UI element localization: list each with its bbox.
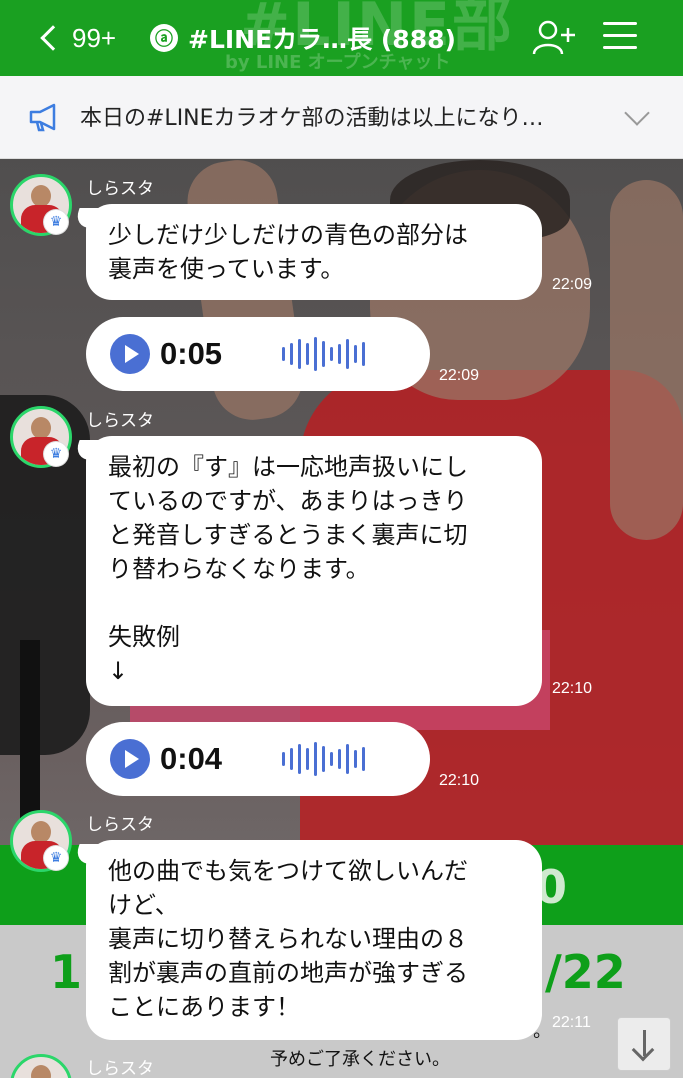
chat-header: #LINE部 by LINE オープンチャット 99+ ⓐ #LINEカラ…長 … bbox=[0, 0, 683, 76]
message-time: 22:11 bbox=[552, 1014, 591, 1031]
back-button[interactable]: 99+ bbox=[34, 16, 134, 60]
arrow-down-icon bbox=[631, 1038, 655, 1062]
add-user-icon bbox=[532, 20, 575, 55]
announcement-text: 本日の#LINEカラオケ部の活動は以上になり… bbox=[80, 106, 544, 131]
message-time: 22:10 bbox=[552, 680, 593, 697]
crown-icon: ♛ bbox=[44, 210, 68, 234]
openchat-icon: ⓐ bbox=[150, 24, 178, 52]
menu-button[interactable] bbox=[603, 22, 637, 52]
sender-name: しらスタ bbox=[86, 411, 154, 431]
scroll-to-bottom-button[interactable] bbox=[617, 1017, 671, 1071]
chevron-down-icon[interactable] bbox=[624, 100, 650, 126]
sender-name: しらスタ bbox=[86, 179, 154, 199]
chat-title-area[interactable]: ⓐ #LINEカラ…長 (888) bbox=[150, 18, 456, 58]
avatar-face bbox=[31, 417, 51, 439]
avatar-face bbox=[31, 821, 51, 843]
menu-icon bbox=[603, 22, 637, 25]
unread-count: 99+ bbox=[72, 22, 117, 53]
avatar-face bbox=[31, 1065, 51, 1078]
megaphone-icon bbox=[29, 103, 56, 132]
background-big-text: /22 bbox=[545, 945, 626, 999]
voice-message[interactable]: 0:04 bbox=[86, 722, 430, 796]
message-time: 22:09 bbox=[552, 276, 593, 293]
sender-name: しらスタ bbox=[86, 1059, 154, 1078]
message-bubble[interactable]: 少しだけ少しだけの青色の部分は 裏声を使っています。 bbox=[86, 204, 542, 300]
chat-title: #LINEカラ…長 (888) bbox=[188, 25, 456, 54]
add-friend-button[interactable] bbox=[530, 18, 578, 58]
message-time: 22:09 bbox=[439, 367, 480, 384]
voice-duration: 0:04 bbox=[160, 741, 223, 776]
waveform-icon bbox=[282, 742, 370, 776]
sender-name: しらスタ bbox=[86, 815, 154, 835]
background-arm bbox=[610, 180, 683, 540]
announcement-bar[interactable]: 本日の#LINEカラオケ部の活動は以上になり… bbox=[0, 76, 683, 159]
menu-icon bbox=[603, 34, 637, 37]
chevron-left-icon bbox=[40, 25, 66, 51]
avatar-face bbox=[31, 185, 51, 207]
menu-icon bbox=[603, 46, 637, 49]
voice-message[interactable]: 0:05 bbox=[86, 317, 430, 391]
crown-icon: ♛ bbox=[44, 442, 68, 466]
waveform-icon bbox=[282, 337, 370, 371]
voice-duration: 0:05 bbox=[160, 336, 223, 371]
message-time: 22:10 bbox=[439, 772, 480, 789]
crown-icon: ♛ bbox=[44, 846, 68, 870]
message-bubble[interactable]: 他の曲でも気をつけて欲しいんだ けど、 裏声に切り替えられない理由の８ 割が裏声… bbox=[86, 840, 542, 1040]
play-icon[interactable] bbox=[110, 739, 150, 779]
play-icon[interactable] bbox=[110, 334, 150, 374]
message-bubble[interactable]: 最初の『す』は一応地声扱いにし ているのですが、あまりはっきり と発音しすぎると… bbox=[86, 436, 542, 706]
